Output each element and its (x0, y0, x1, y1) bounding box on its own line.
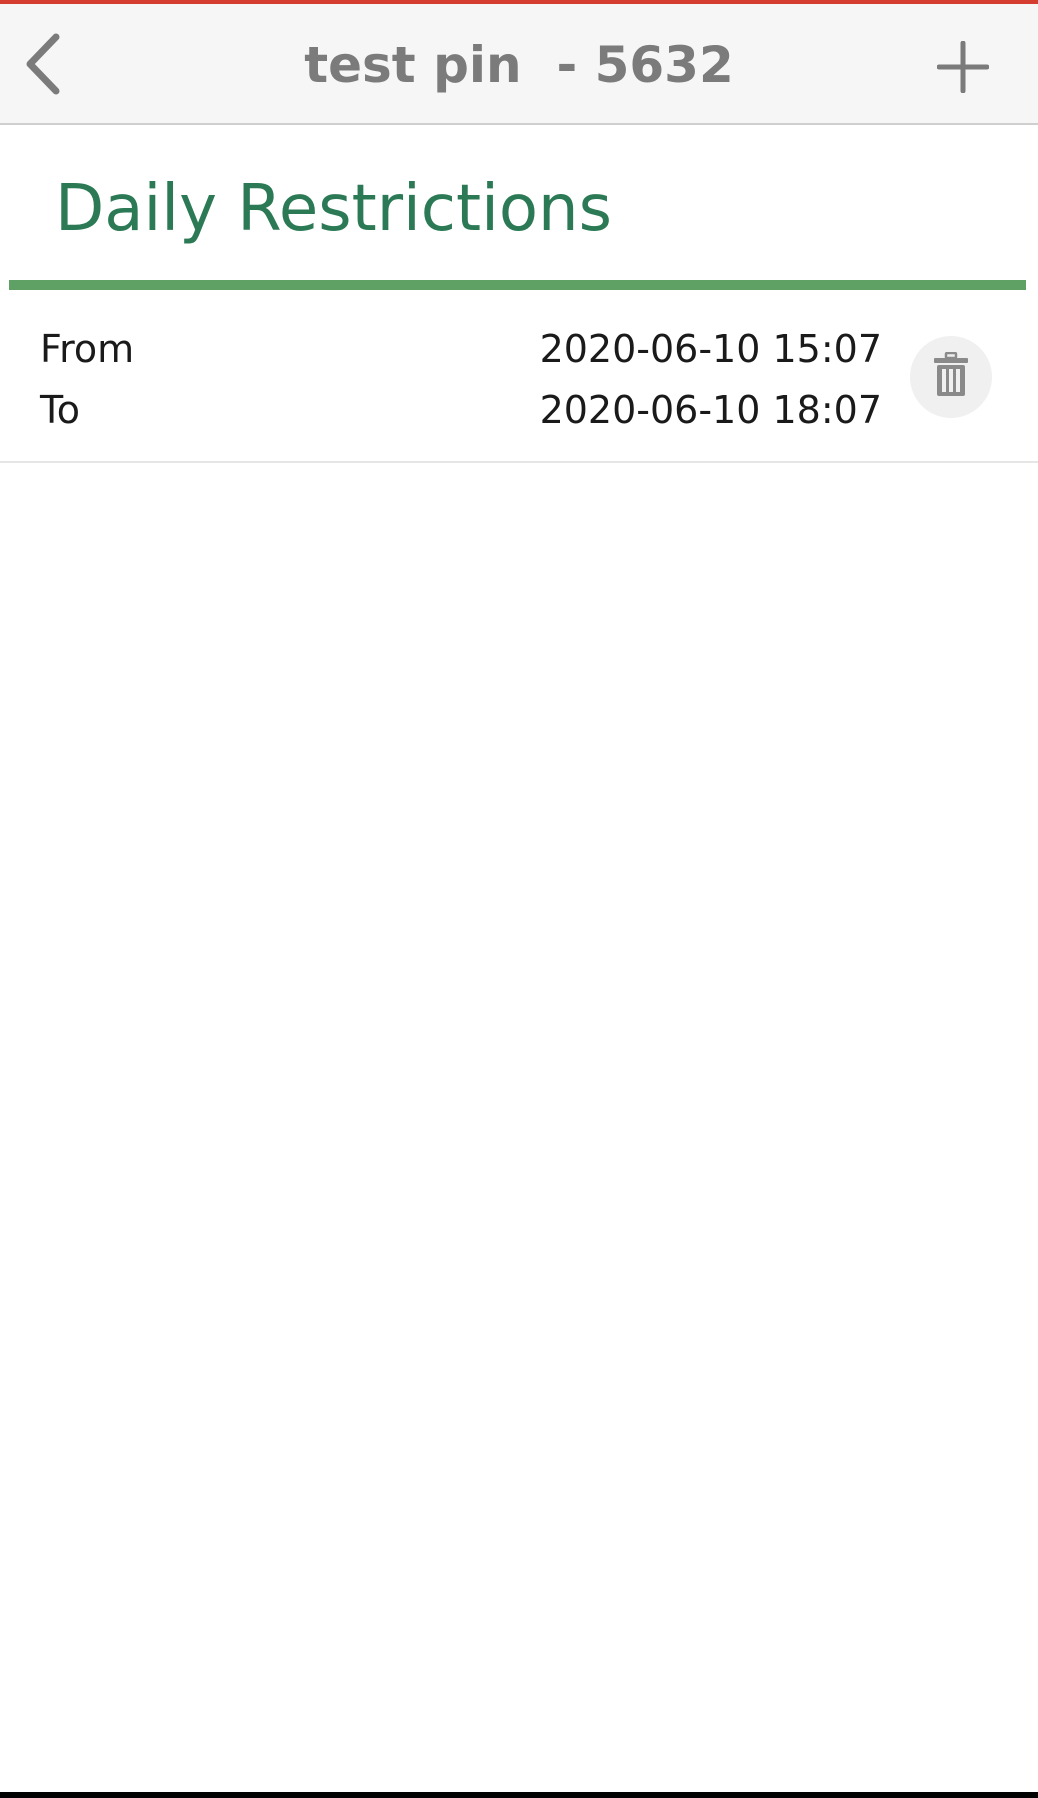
from-label: From (40, 327, 135, 371)
to-value[interactable]: 2020-06-10 18:07 (540, 385, 882, 435)
chevron-left-icon (22, 33, 62, 99)
from-value[interactable]: 2020-06-10 15:07 (540, 324, 882, 374)
section-divider (9, 280, 1026, 290)
to-label: To (40, 388, 81, 432)
plus-icon (936, 40, 990, 97)
add-restriction-button[interactable] (930, 36, 996, 102)
section-title: Daily Restrictions (55, 172, 612, 246)
bottom-edge (0, 1792, 1038, 1798)
page-title: test pin - 5632 (304, 36, 734, 94)
trash-icon (931, 351, 971, 402)
delete-restriction-button[interactable] (910, 336, 992, 418)
back-button[interactable] (14, 30, 70, 102)
restriction-row: From 2020-06-10 15:07 To 2020-06-10 18:0… (0, 290, 1038, 463)
navigation-header: test pin - 5632 (0, 4, 1038, 125)
